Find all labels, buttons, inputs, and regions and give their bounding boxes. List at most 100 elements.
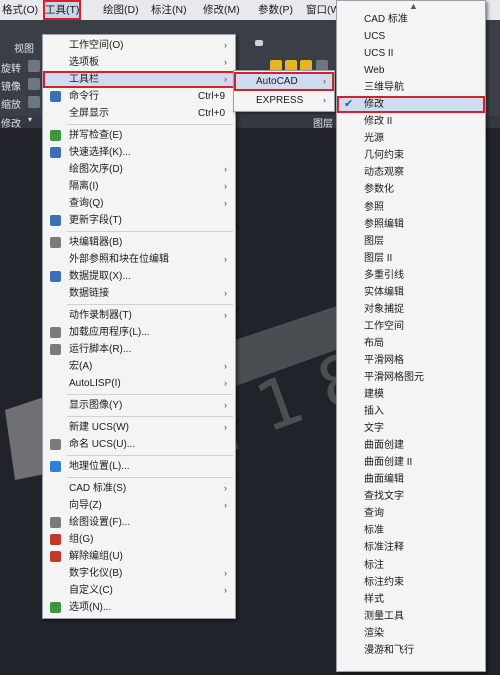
mirror-tool-label[interactable]: 镜像 [1,78,21,93]
tools-menu-item[interactable]: 命名 UCS(U)... [43,436,235,453]
tools-menu-item[interactable]: 新建 UCS(W) › [43,419,235,436]
toolbar-toggle-item[interactable]: 样式 [337,591,485,608]
tools-menu-item[interactable]: 运行脚本(R)... [43,341,235,358]
toolbar-toggle-item[interactable]: 参照 [337,199,485,216]
tools-menu-item[interactable]: 外部参照和块在位编辑 › [43,251,235,268]
toolbar-toggle-item[interactable]: 曲面创建 [337,437,485,454]
tools-menu-item[interactable]: 工作空间(O) › [43,37,235,54]
tools-menu-item[interactable]: 快速选择(K)... [43,144,235,161]
tools-menu-item[interactable]: AutoLISP(I) › [43,375,235,392]
modify-panel-title[interactable]: 修改 [1,115,21,130]
tools-menu-item[interactable]: 动作录制器(T) › [43,307,235,324]
toolbar-toggle-item[interactable]: 标准注释 [337,539,485,556]
toolbar-toggle-item[interactable]: 参照编辑 [337,216,485,233]
toolbar-toggle-item[interactable]: 三维导航 [337,79,485,96]
tools-menu-item[interactable]: 选项(N)... [43,599,235,616]
toolbar-toggle-item[interactable]: 曲面编辑 [337,471,485,488]
tool-icon[interactable] [28,78,40,90]
toolbar-toggle-item[interactable]: 工作空间 [337,318,485,335]
toolbar-toggle-item[interactable]: 布局 [337,335,485,352]
tools-menu-item[interactable]: 全屏显示 Ctrl+0 [43,105,235,122]
layer-panel-title[interactable]: 图层 [313,115,333,130]
menu-dimension[interactable]: 标注(N) [149,0,189,20]
dropdown-icon[interactable] [255,40,263,46]
toolbar-toggle-item[interactable]: 标准 [337,522,485,539]
toolbar-toggle-item[interactable]: 实体编辑 [337,284,485,301]
ungroup-icon [50,551,61,562]
menu-parametric[interactable]: 参数(P) [256,0,295,20]
toolbar-toggle-item[interactable]: 查找文字 [337,488,485,505]
toolbar-toggle-item[interactable]: 插入 [337,403,485,420]
tools-menu-item[interactable]: 命令行 Ctrl+9 [43,88,235,105]
tool-icon[interactable] [28,96,40,108]
toolbar-toggle-item[interactable]: ✔ 修改 [337,96,485,114]
rotate-tool-label[interactable]: 旋转 [1,60,21,75]
quick-select-icon [50,147,61,158]
tools-menu-item[interactable]: 块编辑器(B) [43,234,235,251]
toolbar-toggle-item[interactable]: 平滑网格图元 [337,369,485,386]
toolbar-toggle-item[interactable]: 动态观察 [337,164,485,181]
menu-separator [67,394,233,395]
tools-menu-item[interactable]: 选项板 › [43,54,235,71]
tools-menu-item[interactable]: 数据链接 › [43,285,235,302]
tools-menu-item[interactable]: 绘图设置(F)... [43,514,235,531]
toolbar-toggle-item[interactable]: 标注 [337,557,485,574]
tools-menu-item[interactable]: 绘图次序(D) › [43,161,235,178]
tools-menu-item[interactable]: 解除编组(U) [43,548,235,565]
tools-menu-item[interactable]: 组(G) [43,531,235,548]
menu-modify[interactable]: 修改(M) [201,0,242,20]
toolbar-toggle-item[interactable]: 图层 II [337,250,485,267]
toolbar-toggle-item[interactable]: 修改 II [337,113,485,130]
toolbar-toggle-item[interactable]: 渲染 [337,625,485,642]
toolbar-toggle-item[interactable]: 曲面创建 II [337,454,485,471]
menu-tools[interactable]: 工具(T) [43,0,82,20]
scissors-icon[interactable] [28,60,40,72]
tools-menu-item[interactable]: 数据提取(X)... [43,268,235,285]
tools-menu-item[interactable]: 显示图像(Y) › [43,397,235,414]
scale-tool-label[interactable]: 缩放 [1,96,21,111]
menu-item-label: 解除编组(U) [69,551,123,562]
tools-menu-item[interactable]: 隔离(I) › [43,178,235,195]
toolbar-toggle-item[interactable]: 参数化 [337,181,485,198]
toolbar-submenu-item[interactable]: AutoCAD › [234,72,334,91]
menu-item-label: 三维导航 [364,82,404,94]
tools-menu-item[interactable]: 拼写检查(E) [43,127,235,144]
toolbar-toggle-item[interactable]: 文字 [337,420,485,437]
toolbar-toggle-item[interactable]: Web [337,62,485,79]
toolbar-toggle-item[interactable]: 标注约束 [337,574,485,591]
ribbon-tab-view[interactable]: 视图 [14,40,34,55]
toolbar-toggle-item[interactable]: 图层 [337,233,485,250]
block-editor-icon [50,237,61,248]
toolbar-toggle-item[interactable]: 查询 [337,505,485,522]
tools-menu-item[interactable]: 宏(A) › [43,358,235,375]
scroll-up-icon[interactable]: ▲ [409,1,418,11]
menu-item-label: AutoCAD [256,76,298,87]
toolbar-toggle-item[interactable]: 测量工具 [337,608,485,625]
tools-menu-item[interactable]: 地理位置(L)... [43,458,235,475]
tools-menu-item[interactable]: 自定义(C) › [43,582,235,599]
toolbar-toggle-item[interactable]: 平滑网格 [337,352,485,369]
toolbar-toggle-item[interactable]: CAD 标准 [337,11,485,28]
toolbar-toggle-item[interactable]: 对象捕捉 [337,301,485,318]
tools-menu-item[interactable]: 向导(Z) › [43,497,235,514]
toolbar-toggle-item[interactable]: 多重引线 [337,267,485,284]
tools-menu-item[interactable]: 数字化仪(B) › [43,565,235,582]
toolbar-toggle-item[interactable]: 建模 [337,386,485,403]
tools-menu-item[interactable]: 加载应用程序(L)... [43,324,235,341]
toolbar-toggle-item[interactable]: 漫游和飞行 [337,642,485,659]
tools-menu-item[interactable]: 工具栏 › [43,71,235,88]
toolbar-toggle-item[interactable]: UCS [337,28,485,45]
chevron-down-icon[interactable]: ▾ [28,115,32,124]
menu-draw[interactable]: 绘图(D) [101,0,141,20]
tools-menu-item[interactable]: CAD 标准(S) › [43,480,235,497]
tools-menu-item[interactable]: 查询(Q) › [43,195,235,212]
menu-format[interactable]: 格式(O) [0,0,40,20]
toolbar-toggle-item[interactable]: 几何约束 [337,147,485,164]
menu-item-label: 标准注释 [364,542,404,554]
toolbar-toggle-item[interactable]: 光源 [337,130,485,147]
menu-item-label: AutoLISP(I) [69,378,121,389]
toolbar-toggle-item[interactable]: UCS II [337,45,485,62]
chevron-right-icon: › [224,422,227,432]
toolbar-submenu-item[interactable]: EXPRESS › [234,91,334,110]
tools-menu-item[interactable]: 更新字段(T) [43,212,235,229]
